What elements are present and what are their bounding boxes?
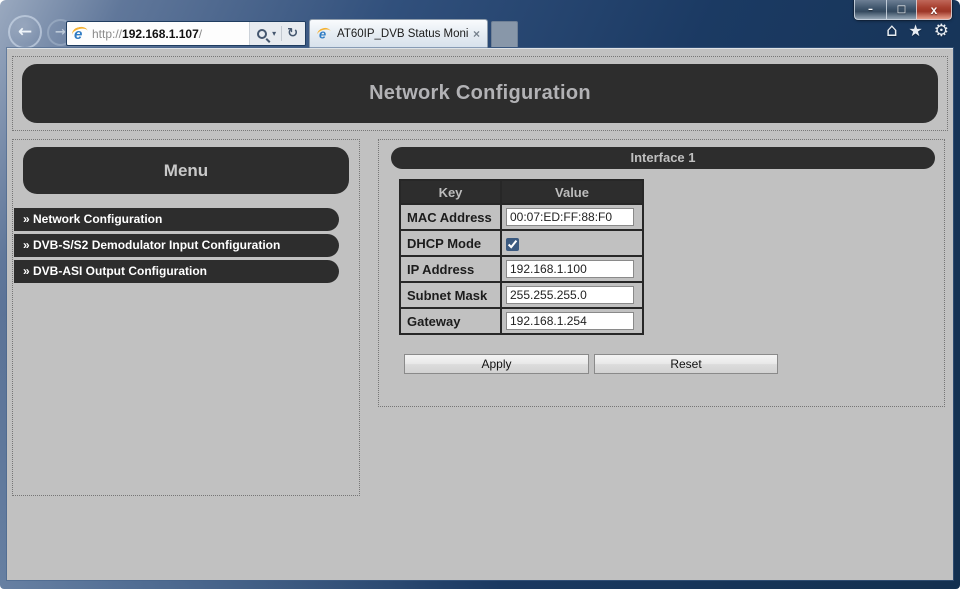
menu-item-dvb-asi-output-configuration[interactable]: » DVB-ASI Output Configuration bbox=[14, 260, 339, 283]
search-dropdown-icon[interactable]: ▾ bbox=[272, 29, 276, 38]
dhcp-mode-input[interactable] bbox=[506, 238, 519, 251]
url-scheme: http:// bbox=[92, 27, 122, 41]
tab-title: AT60IP_DVB Status Monitor... bbox=[337, 28, 468, 40]
url-text[interactable]: http://192.168.1.107/ bbox=[92, 27, 249, 41]
reset-button[interactable]: Reset bbox=[594, 354, 778, 374]
url-path: / bbox=[199, 27, 202, 41]
gateway-value-cell bbox=[501, 308, 643, 334]
address-bar[interactable]: e http://192.168.1.107/ ▾ ↻ bbox=[66, 21, 306, 46]
subnet-mask-input[interactable] bbox=[506, 286, 634, 304]
menu-item-network-configuration[interactable]: » Network Configuration bbox=[14, 208, 339, 231]
search-icon[interactable] bbox=[257, 29, 267, 39]
ie-icon: e bbox=[72, 26, 89, 42]
page-title: Network Configuration bbox=[22, 64, 938, 123]
menu-items: » Network Configuration » DVB-S/S2 Demodu… bbox=[13, 208, 359, 283]
tab-close-icon[interactable]: × bbox=[472, 27, 481, 41]
table-row-gateway: Gateway bbox=[400, 308, 643, 334]
browser-toolbar: ⌂ ★ ⚙ bbox=[886, 22, 949, 40]
subnet-mask-label: Subnet Mask bbox=[400, 282, 501, 308]
close-button[interactable]: x bbox=[916, 0, 952, 20]
address-divider bbox=[281, 26, 282, 41]
table-row-mac-address: MAC Address bbox=[400, 204, 643, 230]
table-row-dhcp-mode: DHCP Mode bbox=[400, 230, 643, 256]
gateway-input[interactable] bbox=[506, 312, 634, 330]
mac-address-label: MAC Address bbox=[400, 204, 501, 230]
new-tab-button[interactable] bbox=[491, 21, 518, 47]
refresh-icon[interactable]: ↻ bbox=[287, 26, 298, 41]
back-button[interactable]: ← bbox=[8, 15, 42, 49]
menu-title: Menu bbox=[23, 147, 349, 194]
content-row: Menu » Network Configuration » DVB-S/S2 D… bbox=[12, 139, 948, 496]
home-icon[interactable]: ⌂ bbox=[886, 22, 897, 40]
forward-arrow-icon: → bbox=[55, 25, 66, 40]
key-column-header: Key bbox=[400, 180, 501, 204]
apply-button[interactable]: Apply bbox=[404, 354, 589, 374]
ip-address-input[interactable] bbox=[506, 260, 634, 278]
table-row-ip-address: IP Address bbox=[400, 256, 643, 282]
browser-chrome: – □ x ← → e http://192.168.1.107/ ▾ bbox=[0, 0, 960, 48]
value-column-header: Value bbox=[501, 180, 643, 204]
window-controls: – □ x bbox=[854, 0, 952, 20]
tab-ie-icon: e bbox=[317, 27, 331, 41]
dhcp-mode-label: DHCP Mode bbox=[400, 230, 501, 256]
gateway-label: Gateway bbox=[400, 308, 501, 334]
ip-address-label: IP Address bbox=[400, 256, 501, 282]
favorites-star-icon[interactable]: ★ bbox=[908, 22, 922, 40]
minimize-button[interactable]: – bbox=[854, 0, 887, 20]
address-tools: ▾ ↻ bbox=[249, 22, 305, 45]
menu-item-dvb-s-s2-demodulator-input-configuration[interactable]: » DVB-S/S2 Demodulator Input Configurati… bbox=[14, 234, 339, 257]
table-header-row: Key Value bbox=[400, 180, 643, 204]
dhcp-mode-value-cell bbox=[501, 230, 643, 256]
table-row-subnet-mask: Subnet Mask bbox=[400, 282, 643, 308]
mac-address-input[interactable] bbox=[506, 208, 634, 226]
maximize-icon: □ bbox=[897, 4, 906, 15]
title-panel: Network Configuration bbox=[12, 56, 948, 131]
page-content: Network Configuration Menu » Network Con… bbox=[7, 48, 953, 580]
gear-icon[interactable]: ⚙ bbox=[934, 22, 949, 40]
menu-panel: Menu » Network Configuration » DVB-S/S2 D… bbox=[12, 139, 360, 496]
url-host: 192.168.1.107 bbox=[122, 27, 199, 41]
subnet-mask-value-cell bbox=[501, 282, 643, 308]
form-buttons: Apply Reset bbox=[404, 354, 935, 374]
interface-panel: Interface 1 Key Value MAC AddressDHCP Mo… bbox=[378, 139, 945, 407]
mac-address-value-cell bbox=[501, 204, 643, 230]
tab-at60ip-status-monitor[interactable]: e AT60IP_DVB Status Monitor... × bbox=[309, 19, 488, 48]
maximize-button[interactable]: □ bbox=[887, 0, 916, 20]
close-icon: x bbox=[931, 3, 938, 17]
minimize-icon: – bbox=[868, 4, 873, 15]
interface-table: Key Value MAC AddressDHCP ModeIP Address… bbox=[399, 179, 644, 335]
ip-address-value-cell bbox=[501, 256, 643, 282]
back-arrow-icon: ← bbox=[18, 22, 32, 42]
interface-title: Interface 1 bbox=[391, 147, 935, 169]
browser-window: – □ x ← → e http://192.168.1.107/ ▾ bbox=[0, 0, 960, 589]
